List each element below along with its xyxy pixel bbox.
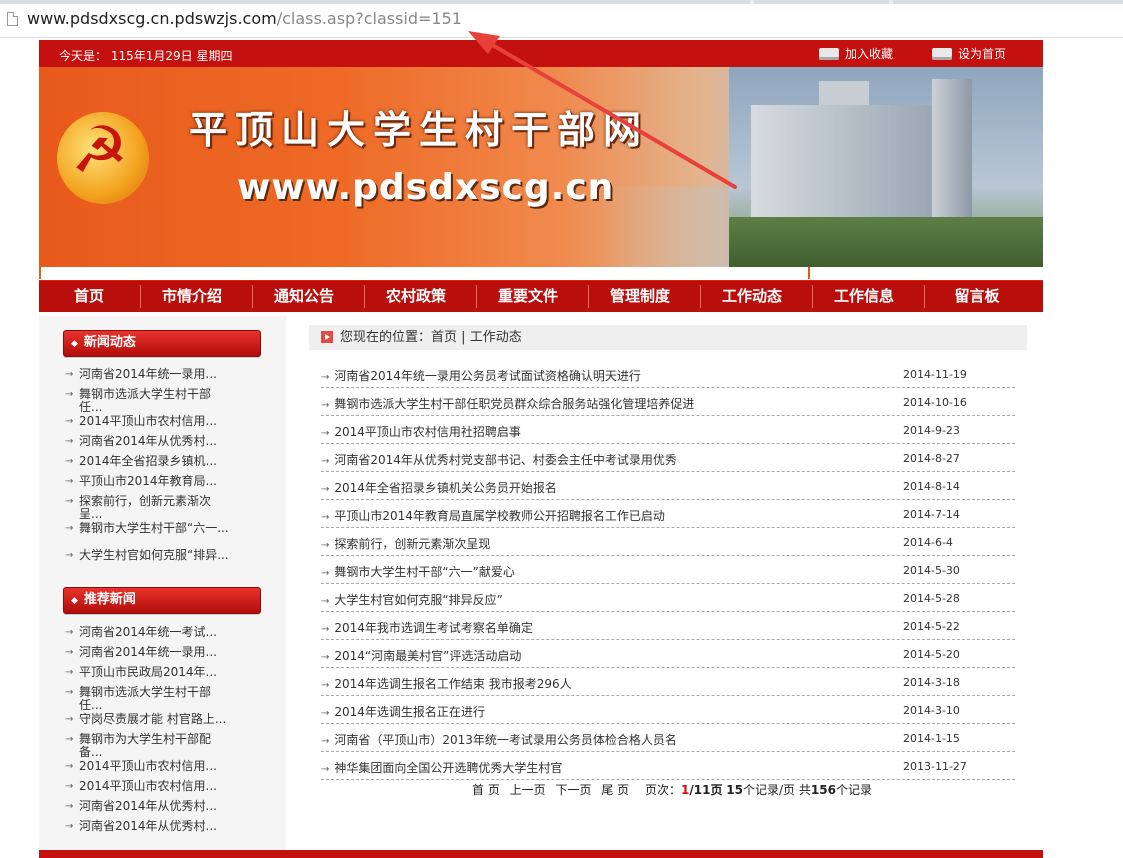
add-favorite-link[interactable]: 加入收藏: [819, 45, 893, 62]
sidebar-recommend-item[interactable]: 舞钢市为大学生村干部配备...: [65, 733, 245, 760]
news-row[interactable]: 2014“河南最美村官”评选活动启动2014-5-20: [321, 640, 1015, 668]
url-text[interactable]: www.pdsdxscg.cn.pdswzjs.com/class.asp?cl…: [27, 9, 462, 28]
news-row[interactable]: 河南省2014年从优秀村党支部书记、村委会主任中考试录用优秀2014-8-27: [321, 444, 1015, 472]
footer-bar: [39, 850, 1043, 858]
news-row[interactable]: 河南省（平顶山市）2013年统一考试录用公务员体检合格人员名2014-1-15: [321, 724, 1015, 752]
recommend-section-header: ◆ 推荐新闻: [63, 587, 261, 614]
pagination: 首 页 上一页 下一页 尾 页 页次：1/11页 15个记录/页 共156个记录: [472, 781, 872, 798]
news-row[interactable]: 平顶山市2014年教育局直属学校教师公开招聘报名工作已启动2014-7-14: [321, 500, 1015, 528]
sidebar-news-item[interactable]: 舞钢市大学生村干部“六一...: [65, 522, 245, 549]
site-title: 平顶山大学生村干部网: [189, 107, 650, 152]
news-row[interactable]: 2014年选调生报名正在进行2014-3-10: [321, 696, 1015, 724]
top-bar: 今天是： 115年1月29日 星期四 加入收藏 设为首页: [39, 40, 1043, 67]
sidebar-news-item[interactable]: 2014年全省招录乡镇机...: [65, 455, 245, 475]
location-icon: [321, 331, 333, 343]
breadcrumb-home[interactable]: 首页: [431, 330, 457, 345]
nav-work-news[interactable]: 工作动态: [712, 281, 792, 312]
main-nav: 首页 市情介绍 通知公告 农村政策 重要文件 管理制度 工作动态 工作信息 留言…: [39, 280, 1043, 312]
news-row[interactable]: 2014平顶山市农村信用社招聘启事2014-9-23: [321, 416, 1015, 444]
party-emblem-icon: [57, 112, 149, 204]
sidebar-news-item[interactable]: 2014平顶山市农村信用...: [65, 415, 245, 435]
sidebar-recommend-item[interactable]: 河南省2014年统一录用...: [65, 646, 245, 666]
nav-city-intro[interactable]: 市情介绍: [152, 281, 232, 312]
total-records: 156: [810, 783, 836, 797]
news-row[interactable]: 2014年全省招录乡镇机关公务员开始报名2014-8-14: [321, 472, 1015, 500]
sidebar-news-item[interactable]: 河南省2014年从优秀村...: [65, 435, 245, 455]
total-suffix: 个记录: [835, 783, 872, 797]
last-page-link[interactable]: 尾 页: [601, 783, 629, 797]
sidebar-recommend-item[interactable]: 河南省2014年从优秀村...: [65, 820, 245, 840]
news-row[interactable]: 神华集团面向全国公开选聘优秀大学生村官2013-11-27: [321, 752, 1015, 780]
per-page-count: 15: [726, 783, 743, 797]
date-display: 今天是： 115年1月29日 星期四: [59, 49, 233, 63]
sidebar-recommend-item[interactable]: 平顶山市民政局2014年...: [65, 666, 245, 686]
news-row[interactable]: 河南省2014年统一录用公务员考试面试资格确认明天进行2014-11-19: [321, 360, 1015, 388]
nav-home[interactable]: 首页: [49, 281, 129, 312]
sidebar-news-item[interactable]: 探索前行，创新元素渐次呈...: [65, 495, 245, 522]
total-prefix: 共: [798, 783, 811, 797]
news-row[interactable]: 大学生村官如何克服“排异反应”2014-5-28: [321, 584, 1015, 612]
page-label: 页次：: [645, 783, 682, 797]
web-page: 今天是： 115年1月29日 星期四 加入收藏 设为首页 平顶山大学生村干部网 …: [39, 40, 1043, 858]
news-row[interactable]: 舞钢市大学生村干部“六一”献爱心2014-5-30: [321, 556, 1015, 584]
nav-work-info[interactable]: 工作信息: [824, 281, 904, 312]
sidebar-recommend-item[interactable]: 守岗尽责展才能 村官路上...: [65, 713, 245, 733]
page-icon: [7, 12, 18, 26]
nav-rural-policy[interactable]: 农村政策: [376, 281, 456, 312]
sidebar-recommend-item[interactable]: 2014平顶山市农村信用...: [65, 780, 245, 800]
news-section-header: ◆ 新闻动态: [63, 330, 261, 357]
news-list: 河南省2014年统一录用... 舞钢市选派大学生村干部任... 2014平顶山市…: [65, 368, 245, 576]
set-homepage-link[interactable]: 设为首页: [932, 45, 1006, 62]
per-page-suffix: 个记录/页: [743, 783, 796, 797]
breadcrumb: 您现在的位置：首页 | 工作动态: [309, 325, 1027, 350]
total-pages: /11页: [689, 783, 723, 797]
news-row[interactable]: 探索前行，创新元素渐次呈现2014-6-4: [321, 528, 1015, 556]
sidebar-recommend-item[interactable]: 河南省2014年从优秀村...: [65, 800, 245, 820]
address-bar[interactable]: www.pdsdxscg.cn.pdswzjs.com/class.asp?cl…: [0, 0, 1123, 38]
prev-page-link[interactable]: 上一页: [510, 783, 546, 797]
news-row[interactable]: 2014年我市选调生考试考察名单确定2014-5-22: [321, 612, 1015, 640]
nav-regulations[interactable]: 管理制度: [600, 281, 680, 312]
sidebar: ◆新闻动态 河南省2014年统一录用... 舞钢市选派大学生村干部任... 20…: [39, 316, 286, 858]
news-row[interactable]: 2014年选调生报名工作结束 我市报考296人2014-3-18: [321, 668, 1015, 696]
breadcrumb-current[interactable]: 工作动态: [470, 330, 522, 345]
recommend-list: 河南省2014年统一考试... 河南省2014年统一录用... 平顶山市民政局2…: [65, 626, 245, 840]
sidebar-recommend-item[interactable]: 舞钢市选派大学生村干部任...: [65, 686, 245, 713]
sidebar-recommend-item[interactable]: 2014平顶山市农村信用...: [65, 760, 245, 780]
sidebar-news-item[interactable]: 河南省2014年统一录用...: [65, 368, 245, 388]
nav-notices[interactable]: 通知公告: [264, 281, 344, 312]
favorite-icon: [819, 48, 839, 60]
next-page-link[interactable]: 下一页: [556, 783, 592, 797]
sidebar-recommend-item[interactable]: 河南省2014年统一考试...: [65, 626, 245, 646]
nav-guestbook[interactable]: 留言板: [937, 281, 1017, 312]
tab-strip: [0, 0, 1123, 4]
first-page-link[interactable]: 首 页: [472, 783, 500, 797]
site-banner: 平顶山大学生村干部网 www.pdsdxscg.cn: [39, 67, 1043, 267]
news-row[interactable]: 舞钢市选派大学生村干部任职党员群众综合服务站强化管理培养促进2014-10-16: [321, 388, 1015, 416]
homepage-icon: [932, 48, 952, 60]
sidebar-news-item[interactable]: 平顶山市2014年教育局...: [65, 475, 245, 495]
nav-documents[interactable]: 重要文件: [488, 281, 568, 312]
sidebar-news-item[interactable]: 大学生村官如何克服“排异...: [65, 549, 245, 576]
sidebar-news-item[interactable]: 舞钢市选派大学生村干部任...: [65, 388, 245, 415]
site-domain: www.pdsdxscg.cn: [237, 167, 615, 208]
